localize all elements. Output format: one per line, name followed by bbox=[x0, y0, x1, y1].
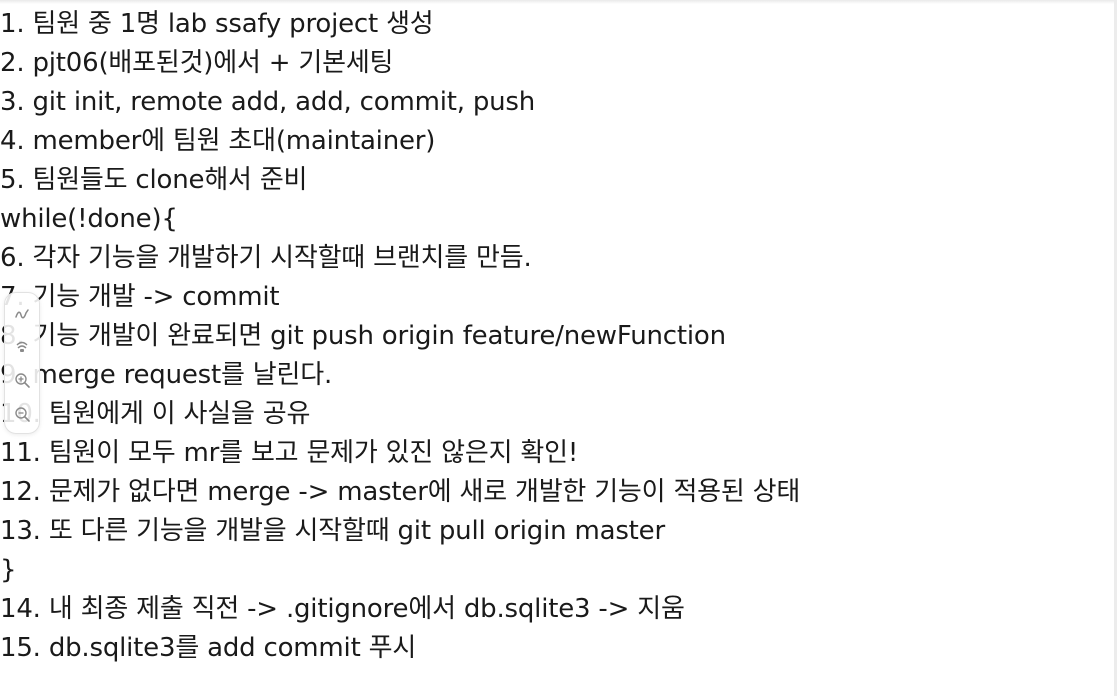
line-14: 14. 내 최종 제출 직전 -> .gitignore에서 db.sqlite… bbox=[0, 594, 685, 624]
line-7: 7. 기능 개발 -> commit bbox=[0, 282, 280, 312]
line-10: 10. 팀원에게 이 사실을 공유 bbox=[0, 399, 311, 429]
line-while: while(!done){ bbox=[0, 204, 178, 234]
line-13: 13. 또 다른 기능을 개발을 시작할때 git pull origin ma… bbox=[0, 516, 665, 546]
top-edge bbox=[0, 0, 1117, 4]
zoom-in-icon[interactable] bbox=[13, 371, 31, 389]
line-6: 6. 각자 기능을 개발하기 시작할때 브랜치를 만듬. bbox=[0, 243, 532, 273]
pen-icon[interactable] bbox=[13, 305, 31, 323]
line-15: 15. db.sqlite3를 add commit 푸시 bbox=[0, 633, 417, 663]
document-page: 1. 팀원 중 1명 lab ssafy project 생성 2. pjt06… bbox=[0, 0, 1117, 696]
floating-toolbar bbox=[4, 292, 40, 434]
line-1: 1. 팀원 중 1명 lab ssafy project 생성 bbox=[0, 9, 434, 39]
line-5: 5. 팀원들도 clone해서 준비 bbox=[0, 165, 308, 195]
line-12: 12. 문제가 없다면 merge -> master에 새로 개발한 기능이 … bbox=[0, 477, 801, 507]
line-4: 4. member에 팀원 초대(maintainer) bbox=[0, 126, 436, 156]
line-2: 2. pjt06(배포된것)에서 + 기본세팅 bbox=[0, 48, 394, 78]
line-8: 8. 기능 개발이 완료되면 git push origin feature/n… bbox=[0, 321, 726, 351]
zoom-out-icon[interactable] bbox=[13, 405, 31, 423]
line-3: 3. git init, remote add, add, commit, pu… bbox=[0, 87, 536, 117]
line-close-brace: } bbox=[0, 555, 17, 585]
highlighter-icon[interactable] bbox=[13, 337, 31, 355]
line-9: 9. merge request를 날린다. bbox=[0, 360, 333, 390]
document-body: 1. 팀원 중 1명 lab ssafy project 생성 2. pjt06… bbox=[0, 5, 1110, 668]
line-11: 11. 팀원이 모두 mr를 보고 문제가 있진 않은지 확인! bbox=[0, 438, 579, 468]
